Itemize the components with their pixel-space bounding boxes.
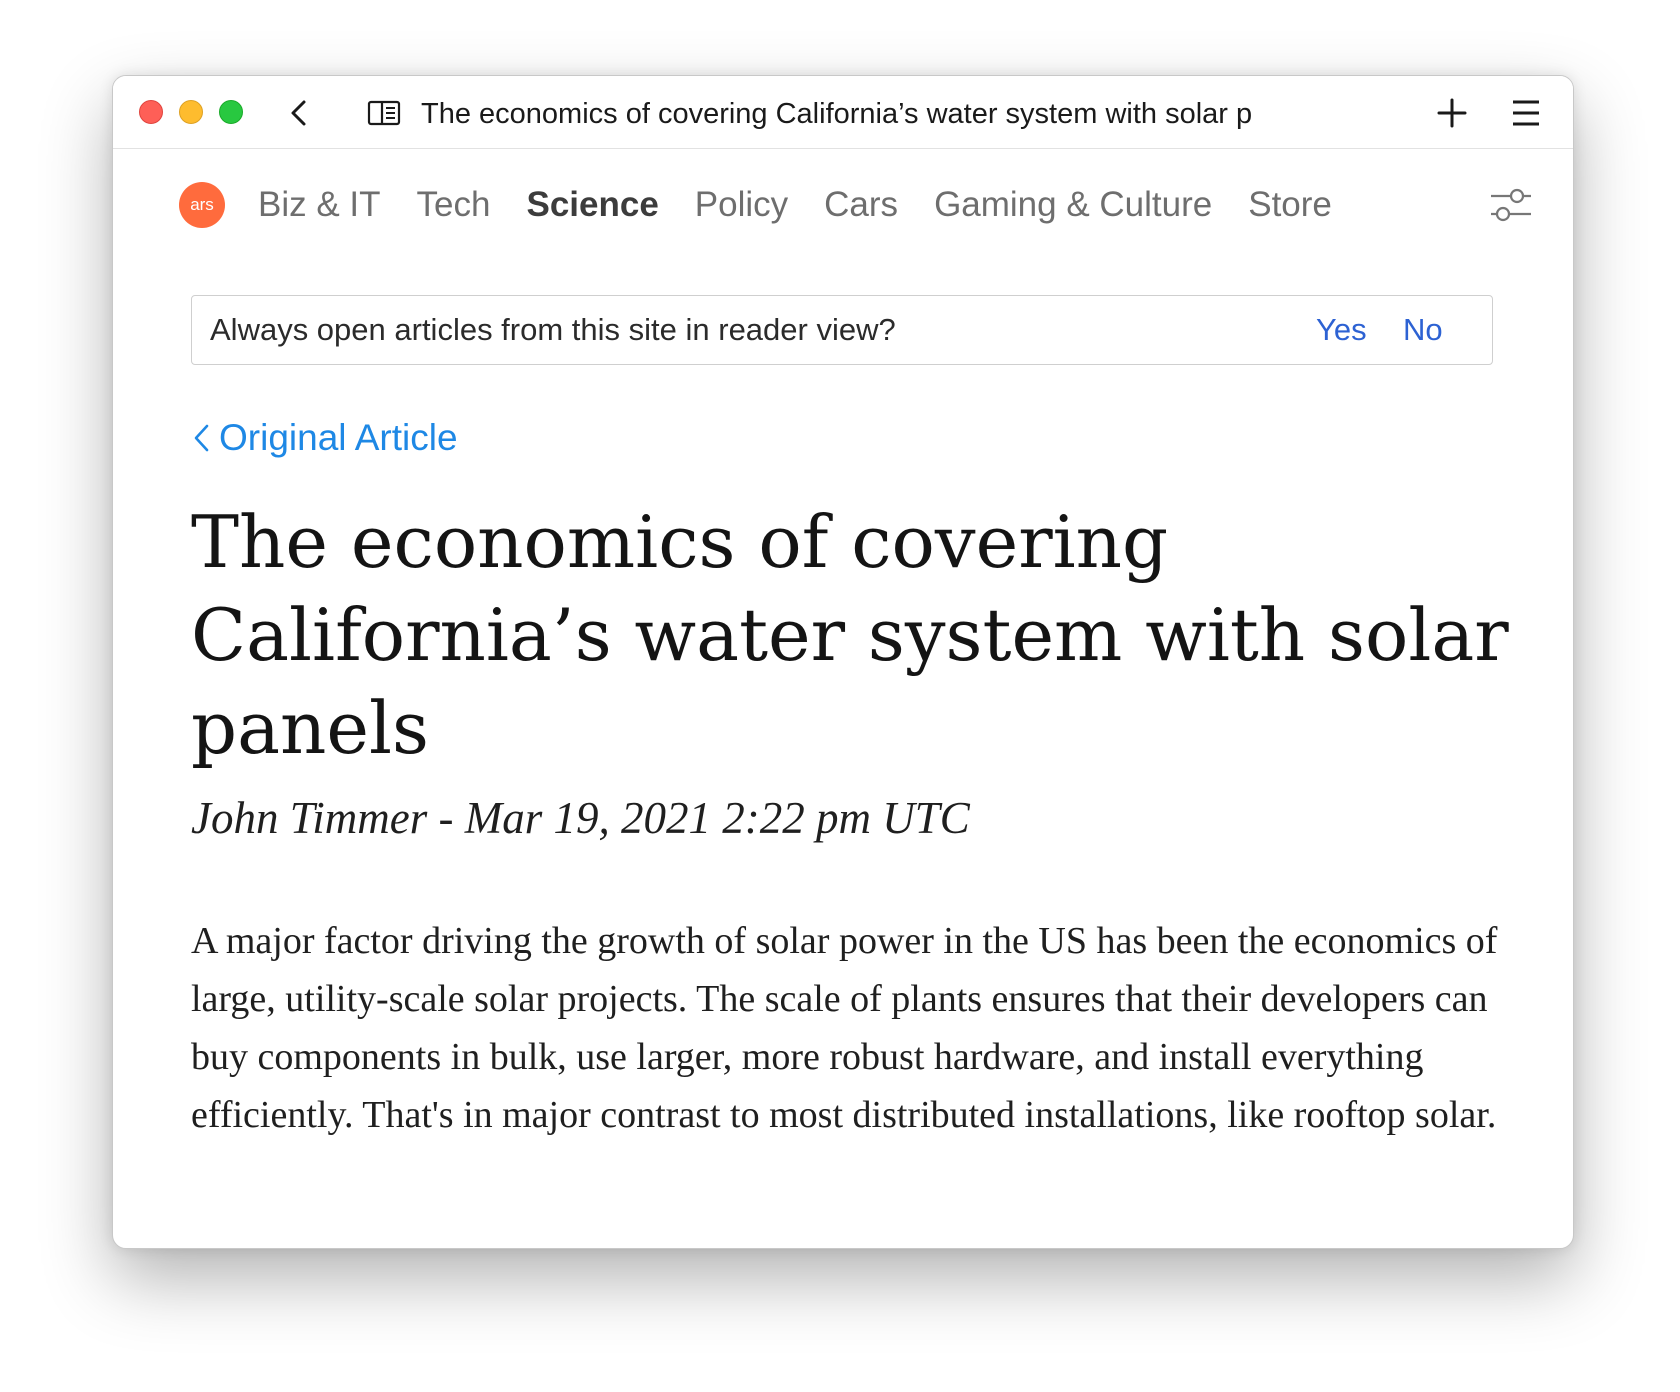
article-body: A major factor driving the growth of sol… xyxy=(191,920,1498,1136)
back-button[interactable] xyxy=(283,96,317,130)
nav-item-biz-it[interactable]: Biz & IT xyxy=(258,180,381,230)
close-window-button[interactable] xyxy=(139,100,163,124)
site-navigation: ars Biz & IT Tech Science Policy Cars Ga… xyxy=(113,148,1573,258)
no-button[interactable]: No xyxy=(1403,296,1443,364)
reader-view-prompt: Always open articles from this site in r… xyxy=(191,295,1493,365)
article-title: The economics of covering California’s w… xyxy=(191,500,1509,770)
nav-item-policy[interactable]: Policy xyxy=(695,180,788,230)
browser-window: The economics of covering California’s w… xyxy=(112,75,1574,1249)
plus-icon xyxy=(1437,98,1467,128)
article-byline: John Timmer - Mar 19, 2021 2:22 pm UTC xyxy=(191,793,970,843)
new-tab-button[interactable] xyxy=(1435,96,1469,130)
tab-title: The economics of covering California’s w… xyxy=(421,98,1253,130)
chevron-left-icon xyxy=(194,424,209,452)
nav-links: Biz & IT Tech Science Policy Cars Gaming… xyxy=(258,180,1368,230)
title-bar: The economics of covering California’s w… xyxy=(113,76,1573,149)
nav-item-gaming-culture[interactable]: Gaming & Culture xyxy=(934,180,1212,230)
chevron-left-icon xyxy=(291,100,306,126)
yes-button[interactable]: Yes xyxy=(1316,296,1367,364)
reader-prompt-question: Always open articles from this site in r… xyxy=(210,312,896,347)
maximize-window-button[interactable] xyxy=(219,100,243,124)
nav-item-store[interactable]: Store xyxy=(1248,180,1332,230)
nav-item-cars[interactable]: Cars xyxy=(824,180,898,230)
nav-item-science[interactable]: Science xyxy=(526,180,658,230)
reader-view-icon[interactable] xyxy=(367,99,401,127)
hamburger-menu-icon xyxy=(1513,100,1539,126)
nav-item-tech[interactable]: Tech xyxy=(417,180,491,230)
original-article-link[interactable]: Original Article xyxy=(191,413,458,463)
ars-logo[interactable]: ars xyxy=(179,182,225,228)
original-article-label: Original Article xyxy=(219,417,458,458)
sliders-icon[interactable] xyxy=(1487,184,1535,226)
minimize-window-button[interactable] xyxy=(179,100,203,124)
menu-button[interactable] xyxy=(1511,98,1541,128)
